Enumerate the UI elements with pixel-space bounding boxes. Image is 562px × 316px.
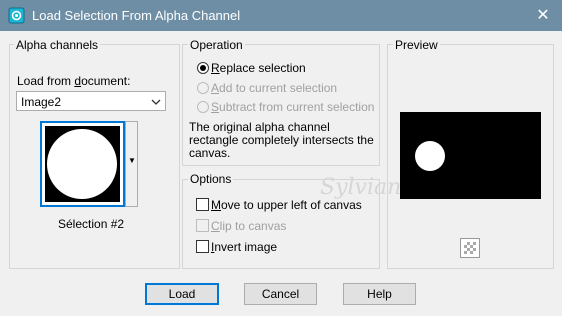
close-icon[interactable]: ✕ [533,6,553,26]
cancel-button[interactable]: Cancel [244,283,317,305]
load-button[interactable]: Load [145,283,219,305]
clip-to-canvas-checkbox[interactable] [196,219,209,232]
dropdown-arrow-icon: ▼ [128,156,136,165]
add-to-selection-label[interactable]: Add to current selection [211,81,337,95]
dialog-window: Load Selection From Alpha Channel ✕ Alph… [0,0,562,316]
window-title: Load Selection From Alpha Channel [32,8,241,23]
preview-selection-circle [415,141,445,171]
operation-label: Operation [188,38,245,52]
thumbnail-circle-shape [47,129,117,199]
invert-image-label[interactable]: Invert image [211,240,277,254]
replace-selection-radio[interactable] [197,62,209,74]
help-button[interactable]: Help [343,283,416,305]
subtract-from-selection-label[interactable]: Subtract from current selection [211,100,374,114]
load-from-document-label: Load from document: [17,74,131,88]
channel-name: Sélection #2 [58,217,125,231]
clip-to-canvas-label[interactable]: Clip to canvas [211,219,286,233]
preview-label: Preview [393,38,440,52]
operation-note: The original alpha channel rectangle com… [189,120,374,160]
paintshop-app-icon [8,7,25,24]
thumbnail-image [45,126,120,202]
thumbnail-dropdown-button[interactable]: ▼ [125,121,138,207]
alpha-channel-thumbnail[interactable] [40,121,125,207]
alpha-channels-label: Alpha channels [14,38,101,52]
move-to-upper-left-checkbox[interactable] [196,198,209,211]
document-select[interactable]: Image2 [16,91,166,111]
chevron-down-icon [151,99,161,105]
preview-background-button[interactable] [460,238,480,258]
add-to-selection-radio[interactable] [197,82,209,94]
checkerboard-icon [464,242,476,254]
move-to-upper-left-label[interactable]: Move to upper left of canvas [211,198,362,212]
replace-selection-label[interactable]: Replace selection [211,61,306,75]
subtract-from-selection-radio[interactable] [197,101,209,113]
options-label: Options [188,172,234,186]
document-select-value: Image2 [21,95,62,109]
invert-image-checkbox[interactable] [196,240,209,253]
title-bar[interactable]: Load Selection From Alpha Channel ✕ [0,0,562,31]
preview-canvas [400,112,541,199]
